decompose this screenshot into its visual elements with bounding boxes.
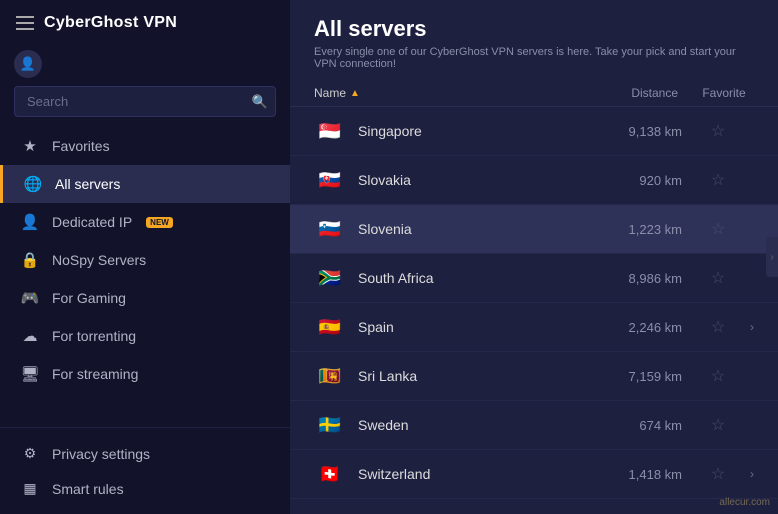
sidebar-item-label-streaming: For streaming [52, 366, 138, 382]
server-distance: 8,986 km [608, 271, 698, 286]
sidebar-item-nospy[interactable]: 🔒 NoSpy Servers [0, 241, 290, 279]
menu-icon[interactable] [16, 16, 34, 30]
sidebar-footer-item-privacy-settings[interactable]: ⚙ Privacy settings [0, 436, 290, 471]
sidebar-item-torrenting[interactable]: ☁ For torrenting [0, 317, 290, 355]
main-title: All servers [314, 16, 754, 42]
sidebar-footer: ⚙ Privacy settings ▦ Smart rules [0, 427, 290, 514]
smart-rules-icon1: ▦ [20, 480, 40, 497]
favorites-icon: ★ [20, 137, 40, 155]
server-row[interactable]: 🇹🇼Taiwan8,131 km☆ [290, 499, 778, 514]
col-distance-header: Distance [604, 86, 694, 100]
search-icon: 🔍 [252, 94, 268, 110]
main-header: All servers Every single one of our Cybe… [290, 0, 778, 80]
sidebar-item-label-dedicated-ip: Dedicated IP [52, 214, 132, 230]
gaming-icon: 🎮 [20, 289, 40, 307]
dedicated-ip-icon: 👤 [20, 213, 40, 231]
server-distance: 920 km [608, 173, 698, 188]
server-distance: 1,418 km [608, 467, 698, 482]
expand-arrow[interactable]: › [738, 320, 754, 334]
flag-slovakia: 🇸🇰 [314, 164, 346, 196]
all-servers-icon: 🌐 [23, 175, 43, 193]
server-row[interactable]: 🇱🇰 Sri Lanka7,159 km☆ [290, 352, 778, 401]
flag-switzerland: 🇨🇭 [314, 458, 346, 490]
favorite-star[interactable]: ☆ [698, 415, 738, 435]
sidebar-footer-item-smart-rules[interactable]: ▦ Smart rules [0, 471, 290, 506]
col-name-header[interactable]: Name ▲ [314, 86, 604, 100]
server-distance: 7,159 km [608, 369, 698, 384]
col-name-label: Name [314, 86, 346, 100]
flag-sweden: 🇸🇪 [314, 409, 346, 441]
sidebar-item-label-gaming: For Gaming [52, 290, 126, 306]
sidebar-item-label-nospy: NoSpy Servers [52, 252, 146, 268]
flag-sri-lanka: 🇱🇰 [314, 360, 346, 392]
server-name: Sweden [358, 417, 608, 433]
server-row[interactable]: 🇿🇦 South Africa8,986 km☆ [290, 254, 778, 303]
expand-arrow[interactable]: › [738, 467, 754, 481]
server-row[interactable]: 🇨🇭 Switzerland1,418 km☆› [290, 450, 778, 499]
sidebar: CyberGhost VPN 👤 🔍 ★ Favorites 🌐 All server… [0, 0, 290, 514]
server-row[interactable]: 🇸🇮 Slovenia1,223 km☆ [290, 205, 778, 254]
favorite-star[interactable]: ☆ [698, 219, 738, 239]
server-distance: 9,138 km [608, 124, 698, 139]
streaming-icon: 🖥 [20, 365, 40, 383]
nospy-icon: 🔒 [20, 251, 40, 269]
server-distance: 2,246 km [608, 320, 698, 335]
flag-slovenia: 🇸🇮 [314, 213, 346, 245]
sort-icon: ▲ [350, 88, 360, 99]
main-content: All servers Every single one of our Cybe… [290, 0, 778, 514]
sidebar-search: 🔍 [14, 86, 276, 117]
search-input[interactable] [14, 86, 276, 117]
server-distance: 1,223 km [608, 222, 698, 237]
torrenting-icon: ☁ [20, 327, 40, 345]
sidebar-nav: ★ Favorites 🌐 All servers 👤 Dedicated IP NEW 🔒 N… [0, 127, 290, 427]
favorite-star[interactable]: ☆ [698, 366, 738, 386]
flag-taiwan: 🇹🇼 [314, 507, 346, 514]
footer-item-label-privacy-settings: Privacy settings [52, 446, 150, 462]
footer-item-label-smart-rules: Smart rules [52, 481, 124, 497]
flag-south-africa: 🇿🇦 [314, 262, 346, 294]
server-name: Spain [358, 319, 608, 335]
favorite-star[interactable]: ☆ [698, 268, 738, 288]
sidebar-item-favorites[interactable]: ★ Favorites [0, 127, 290, 165]
server-name: South Africa [358, 270, 608, 286]
new-badge: NEW [146, 217, 173, 228]
side-panel-handle[interactable]: › [766, 237, 778, 277]
sidebar-item-label-torrenting: For torrenting [52, 328, 136, 344]
sidebar-item-label-favorites: Favorites [52, 138, 110, 154]
server-name: Sri Lanka [358, 368, 608, 384]
privacy-settings-icon1: ⚙ [20, 445, 40, 462]
profile-icon[interactable]: 👤 [14, 50, 42, 78]
server-name: Singapore [358, 123, 608, 139]
server-name: Switzerland [358, 466, 608, 482]
sidebar-item-all-servers[interactable]: 🌐 All servers [0, 165, 290, 203]
app-title: CyberGhost VPN [44, 14, 177, 32]
server-row[interactable]: 🇸🇬 Singapore9,138 km☆ [290, 107, 778, 156]
server-name: Slovenia [358, 221, 608, 237]
flag-singapore: 🇸🇬 [314, 115, 346, 147]
table-header: Name ▲ Distance Favorite [290, 80, 778, 107]
server-distance: 674 km [608, 418, 698, 433]
sidebar-item-label-all-servers: All servers [55, 176, 120, 192]
sidebar-item-dedicated-ip[interactable]: 👤 Dedicated IP NEW [0, 203, 290, 241]
favorite-star[interactable]: ☆ [698, 121, 738, 141]
server-row[interactable]: 🇸🇪 Sweden674 km☆ [290, 401, 778, 450]
server-name: Slovakia [358, 172, 608, 188]
favorite-star[interactable]: ☆ [698, 170, 738, 190]
col-favorite-header: Favorite [694, 86, 754, 100]
sidebar-header: CyberGhost VPN [0, 0, 290, 46]
server-row[interactable]: 🇪🇸 Spain2,246 km☆› [290, 303, 778, 352]
sidebar-item-gaming[interactable]: 🎮 For Gaming [0, 279, 290, 317]
main-subtitle: Every single one of our CyberGhost VPN s… [314, 46, 754, 70]
favorite-star[interactable]: ☆ [698, 317, 738, 337]
sidebar-item-streaming[interactable]: 🖥 For streaming [0, 355, 290, 393]
server-row[interactable]: 🇸🇰 Slovakia920 km☆ [290, 156, 778, 205]
server-list: 🇸🇬Singapore9,138 km☆🇸🇰Slovakia920 km☆🇸🇮S… [290, 107, 778, 514]
flag-spain: 🇪🇸 [314, 311, 346, 343]
favorite-star[interactable]: ☆ [698, 464, 738, 484]
